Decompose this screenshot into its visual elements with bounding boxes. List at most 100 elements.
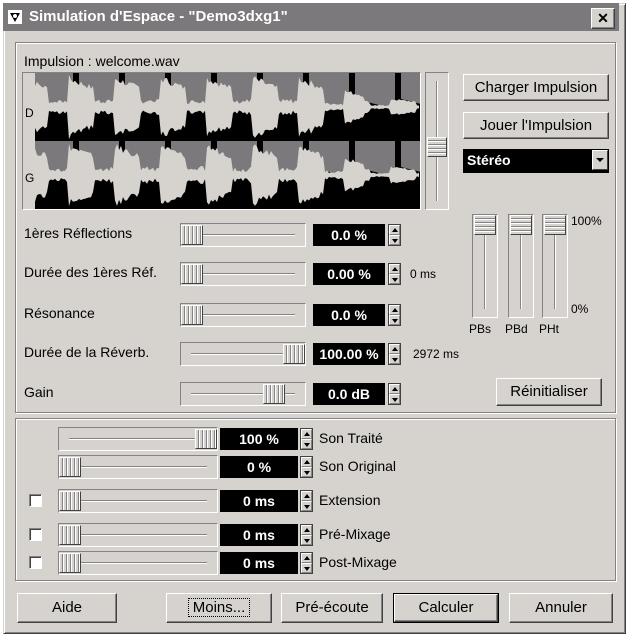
reset-button[interactable]: Réinitialiser bbox=[496, 378, 602, 406]
help-button[interactable]: Aide bbox=[17, 593, 117, 623]
mix-label: Son Traité bbox=[319, 430, 383, 446]
param-label: Durée des 1ères Réf. bbox=[24, 264, 158, 280]
param-value[interactable]: 0.0 dB bbox=[313, 383, 385, 405]
mix-slider[interactable] bbox=[58, 551, 218, 575]
eq-band-label: PHt bbox=[539, 322, 560, 336]
mix-slider-thumb[interactable] bbox=[59, 491, 81, 511]
waveform-display: D G bbox=[22, 72, 421, 210]
preview-button[interactable]: Pré-écoute bbox=[281, 593, 383, 623]
param-spinner[interactable] bbox=[388, 304, 401, 326]
compute-button[interactable]: Calculer bbox=[393, 593, 499, 623]
channel-mode-select[interactable]: Stéréo bbox=[463, 149, 609, 173]
param-spinner[interactable] bbox=[388, 383, 401, 405]
spin-up-icon[interactable] bbox=[301, 457, 312, 467]
param-spinner[interactable] bbox=[388, 343, 401, 365]
mix-value[interactable]: 100 % bbox=[220, 428, 298, 450]
param-spinner[interactable] bbox=[388, 263, 401, 285]
mix-slider-thumb[interactable] bbox=[59, 553, 81, 573]
param-slider[interactable] bbox=[180, 262, 306, 286]
mix-value[interactable]: 0 ms bbox=[220, 490, 298, 512]
mix-spinner[interactable] bbox=[300, 456, 313, 478]
play-impulse-button[interactable]: Jouer l'Impulsion bbox=[463, 112, 609, 139]
title-bar[interactable]: Simulation d'Espace - "Demo3dxg1" ✕ bbox=[3, 3, 619, 31]
mix-value[interactable]: 0 ms bbox=[220, 524, 298, 546]
spin-up-icon[interactable] bbox=[389, 264, 400, 274]
spin-down-icon[interactable] bbox=[389, 315, 400, 325]
spin-up-icon[interactable] bbox=[301, 491, 312, 501]
load-impulse-button[interactable]: Charger Impulsion bbox=[463, 74, 609, 101]
param-value[interactable]: 0.00 % bbox=[313, 263, 385, 285]
spin-down-icon[interactable] bbox=[389, 235, 400, 245]
param-label: Résonance bbox=[24, 305, 95, 321]
spin-down-icon[interactable] bbox=[389, 394, 400, 404]
spin-down-icon[interactable] bbox=[301, 467, 312, 477]
waveform-zoom-thumb[interactable] bbox=[427, 137, 447, 157]
window-title: Simulation d'Espace - "Demo3dxg1" bbox=[29, 8, 288, 25]
app-icon bbox=[8, 10, 22, 24]
eq-min-label: 0% bbox=[571, 302, 589, 316]
mix-slider[interactable] bbox=[58, 523, 218, 547]
mix-spinner[interactable] bbox=[300, 552, 313, 574]
cancel-button[interactable]: Annuler bbox=[509, 593, 613, 623]
param-value[interactable]: 0.0 % bbox=[313, 304, 385, 326]
spin-down-icon[interactable] bbox=[301, 563, 312, 573]
mix-label: Pré-Mixage bbox=[319, 526, 391, 542]
spin-up-icon[interactable] bbox=[301, 553, 312, 563]
param-spinner[interactable] bbox=[388, 224, 401, 246]
mix-checkbox[interactable] bbox=[29, 528, 42, 541]
eq-slider-pht[interactable] bbox=[542, 214, 568, 318]
spin-up-icon[interactable] bbox=[389, 305, 400, 315]
mix-spinner[interactable] bbox=[300, 524, 313, 546]
eq-slider-thumb[interactable] bbox=[544, 215, 566, 235]
spin-up-icon[interactable] bbox=[301, 525, 312, 535]
waveform-graph bbox=[23, 73, 420, 209]
spin-up-icon[interactable] bbox=[389, 225, 400, 235]
param-slider-thumb[interactable] bbox=[263, 384, 285, 404]
mix-checkbox[interactable] bbox=[29, 494, 42, 507]
channel-label-bottom: G bbox=[25, 171, 35, 185]
param-slider[interactable] bbox=[180, 342, 306, 366]
spin-down-icon[interactable] bbox=[389, 354, 400, 364]
close-button[interactable]: ✕ bbox=[591, 8, 615, 29]
spin-up-icon[interactable] bbox=[301, 429, 312, 439]
mix-slider[interactable] bbox=[58, 427, 218, 451]
mix-value[interactable]: 0 % bbox=[220, 456, 298, 478]
mix-slider[interactable] bbox=[58, 455, 218, 479]
chevron-down-icon[interactable] bbox=[592, 150, 608, 170]
mix-label: Post-Mixage bbox=[319, 554, 397, 570]
eq-max-label: 100% bbox=[571, 214, 602, 228]
eq-slider-thumb[interactable] bbox=[474, 215, 496, 235]
param-value[interactable]: 100.00 % bbox=[313, 343, 385, 365]
mix-spinner[interactable] bbox=[300, 490, 313, 512]
param-value[interactable]: 0.0 % bbox=[313, 224, 385, 246]
mix-slider[interactable] bbox=[58, 489, 218, 513]
mix-value[interactable]: 0 ms bbox=[220, 552, 298, 574]
mix-slider-thumb[interactable] bbox=[195, 429, 217, 449]
impulse-label: Impulsion : welcome.wav bbox=[24, 53, 180, 69]
spin-up-icon[interactable] bbox=[389, 344, 400, 354]
spin-up-icon[interactable] bbox=[389, 384, 400, 394]
param-slider[interactable] bbox=[180, 223, 306, 247]
eq-slider-thumb[interactable] bbox=[510, 215, 532, 235]
eq-slider-pbs[interactable] bbox=[472, 214, 498, 318]
less-button[interactable]: Moins... bbox=[166, 593, 272, 623]
spin-down-icon[interactable] bbox=[301, 501, 312, 511]
eq-band-label: PBs bbox=[469, 322, 492, 336]
mix-checkbox[interactable] bbox=[29, 556, 42, 569]
param-slider-thumb[interactable] bbox=[181, 305, 203, 325]
channel-label-top: D bbox=[25, 106, 34, 120]
param-slider-thumb[interactable] bbox=[181, 264, 203, 284]
spin-down-icon[interactable] bbox=[301, 535, 312, 545]
param-slider-thumb[interactable] bbox=[283, 344, 305, 364]
param-slider[interactable] bbox=[180, 382, 306, 406]
mix-slider-thumb[interactable] bbox=[59, 525, 81, 545]
param-label: Gain bbox=[24, 384, 54, 400]
spin-down-icon[interactable] bbox=[389, 274, 400, 284]
mix-spinner[interactable] bbox=[300, 428, 313, 450]
spin-down-icon[interactable] bbox=[301, 439, 312, 449]
eq-slider-pbd[interactable] bbox=[508, 214, 534, 318]
param-slider-thumb[interactable] bbox=[181, 225, 203, 245]
waveform-zoom-slider[interactable] bbox=[425, 72, 449, 210]
param-slider[interactable] bbox=[180, 303, 306, 327]
mix-slider-thumb[interactable] bbox=[59, 457, 81, 477]
